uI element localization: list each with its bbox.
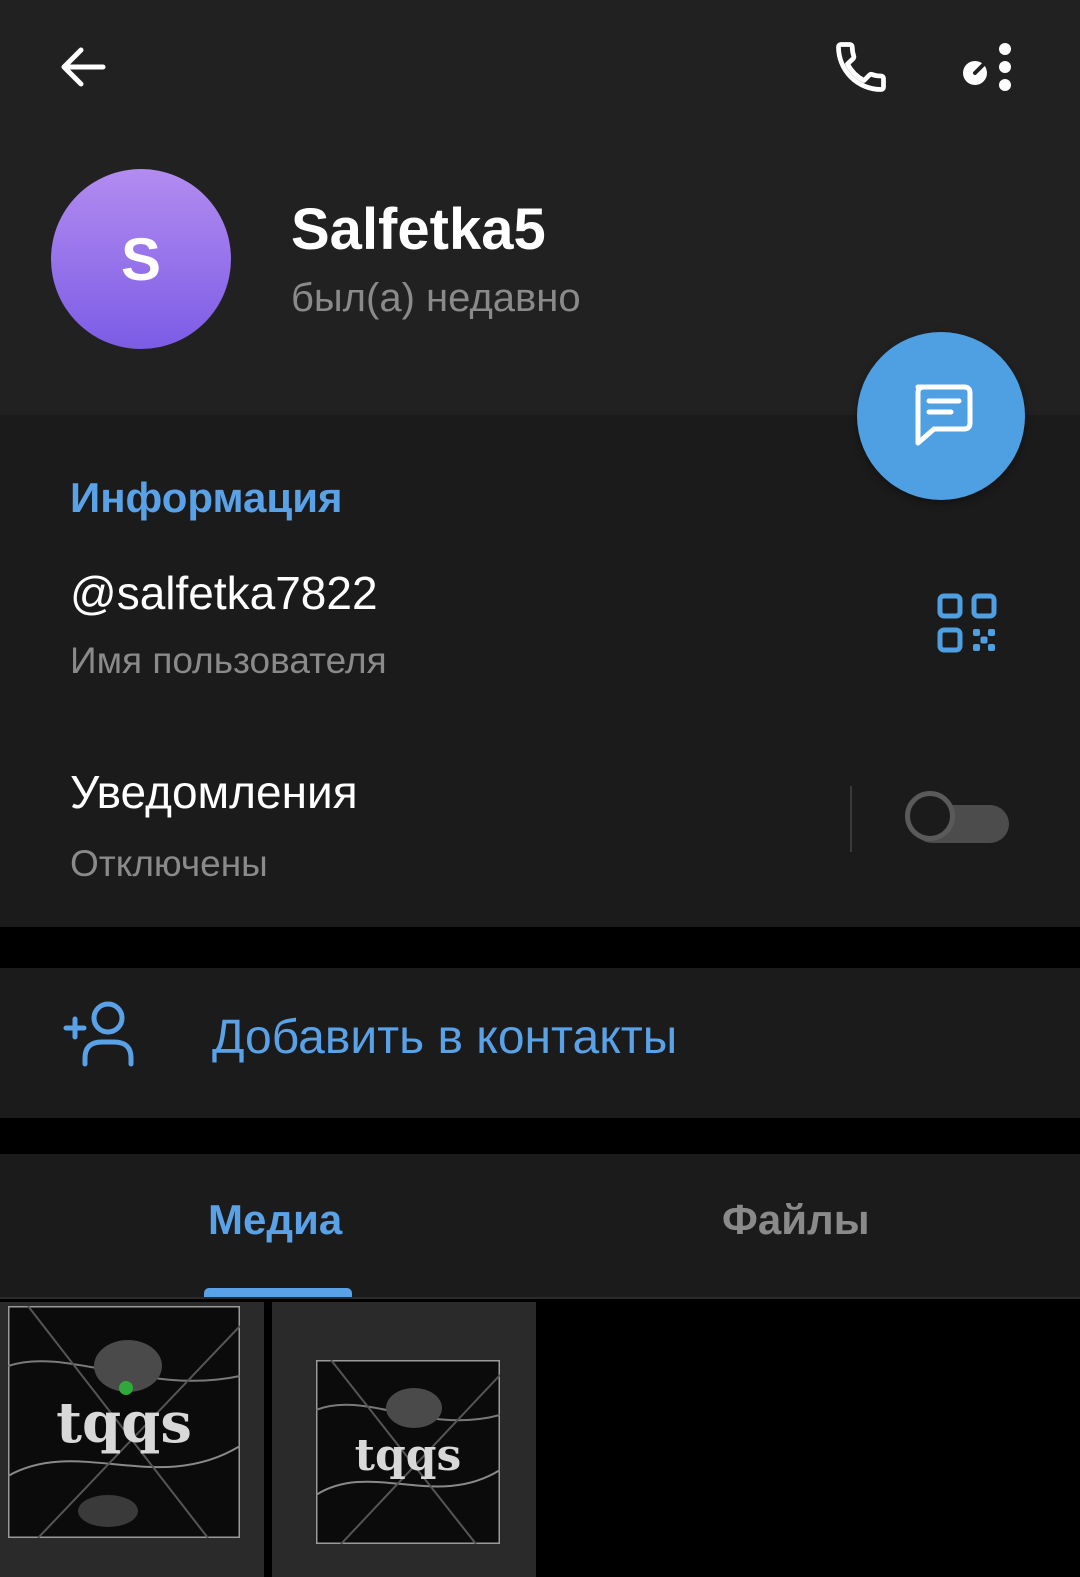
- profile-status: был(а) недавно: [291, 276, 581, 320]
- more-vertical-icon: [963, 43, 1011, 91]
- media-tabs-bar: [0, 1154, 1080, 1299]
- media-thumbnail: tqqs: [8, 1306, 240, 1538]
- tab-media[interactable]: Медиа: [208, 1196, 342, 1244]
- avatar-letter: S: [120, 225, 162, 293]
- qr-code-button[interactable]: [936, 592, 998, 654]
- arrow-left-icon: [61, 47, 106, 87]
- notifications-value: Отключены: [70, 843, 268, 884]
- media-thumbnail: tqqs: [316, 1360, 500, 1544]
- back-button[interactable]: [48, 32, 118, 102]
- qr-code-icon: [937, 593, 997, 653]
- notifications-divider: [850, 786, 852, 852]
- username-label: Имя пользователя: [70, 640, 387, 681]
- profile-name: Salfetka5: [291, 197, 546, 262]
- media-item[interactable]: tqqs: [272, 1302, 536, 1577]
- tab-active-indicator: [204, 1288, 352, 1297]
- notifications-title[interactable]: Уведомления: [70, 765, 358, 819]
- add-user-icon: [63, 1001, 134, 1067]
- avatar[interactable]: S: [51, 169, 231, 349]
- send-message-button[interactable]: [857, 332, 1025, 500]
- media-item[interactable]: tqqs: [0, 1302, 264, 1577]
- tab-files[interactable]: Файлы: [722, 1196, 870, 1244]
- username-value[interactable]: @salfetka7822: [70, 566, 378, 620]
- more-button[interactable]: [950, 32, 1020, 102]
- toggle-knob: [905, 791, 955, 841]
- phone-icon: [836, 42, 886, 92]
- info-section-title: Информация: [70, 474, 343, 521]
- media-caption: tqqs: [56, 1390, 192, 1456]
- call-button[interactable]: [826, 32, 896, 102]
- message-icon: [915, 384, 973, 446]
- notifications-toggle[interactable]: [905, 791, 1009, 851]
- add-contact-label: Добавить в контакты: [212, 1011, 678, 1064]
- media-caption: tqqs: [355, 1430, 462, 1481]
